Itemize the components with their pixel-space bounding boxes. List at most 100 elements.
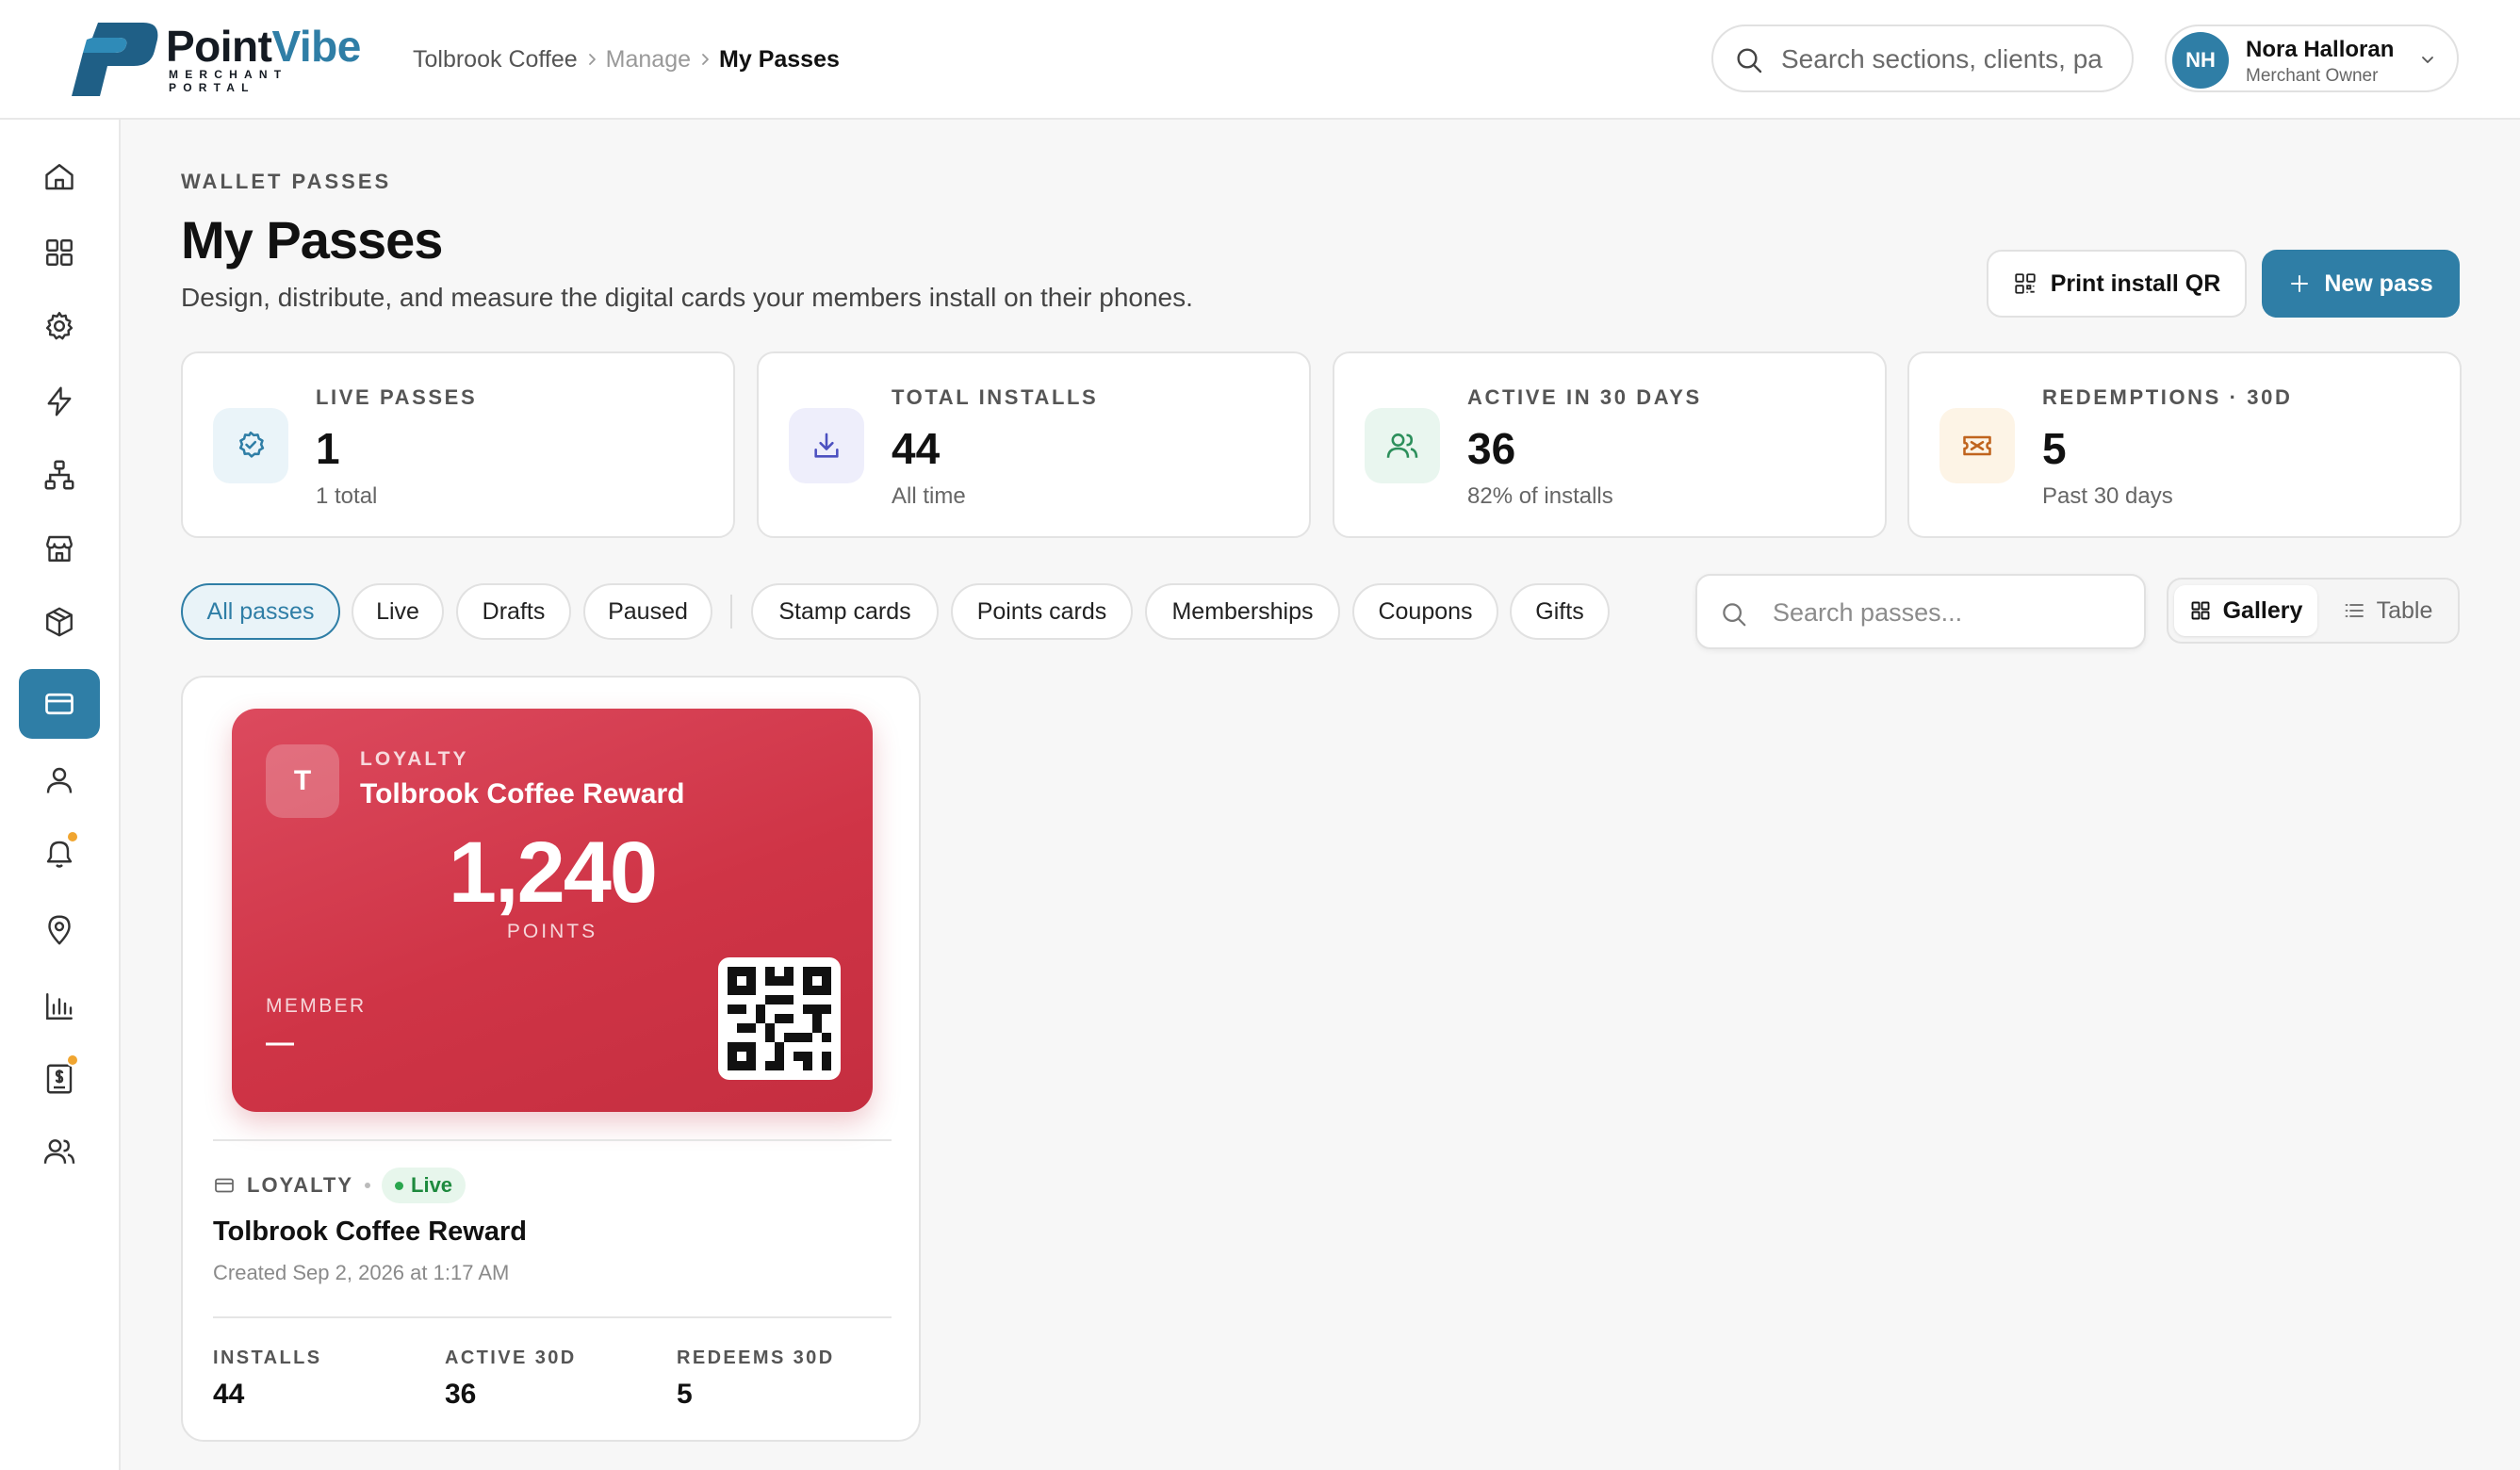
user-menu[interactable]: NH Nora Halloran Merchant Owner: [2165, 24, 2459, 92]
download-icon: [814, 433, 839, 458]
user-icon: [46, 767, 73, 793]
view-table-label: Table: [2376, 596, 2433, 624]
filter-stamp-cards[interactable]: Stamp cards: [751, 583, 939, 640]
sidebar-item-locations[interactable]: [19, 895, 100, 965]
stat-icon-wrap: [1939, 408, 2015, 483]
breadcrumb-item-tolbrook-coffee[interactable]: Tolbrook Coffee: [413, 45, 578, 74]
global-search[interactable]: [1711, 24, 2134, 92]
pass-created: Created Sep 2, 2026 at 1:17 AM: [213, 1261, 510, 1284]
stat-icon-wrap: [1365, 408, 1440, 483]
plus-icon: [2291, 275, 2309, 292]
filter-gifts[interactable]: Gifts: [1510, 583, 1610, 640]
avatar: NH: [2172, 32, 2229, 89]
sidebar-item-home[interactable]: [19, 142, 100, 212]
box-icon: [46, 607, 73, 637]
pass-preview-name: Tolbrook Coffee Reward: [360, 778, 685, 809]
ticket-icon: [1963, 435, 1991, 456]
print-install-qr-label: Print install QR: [2050, 270, 2221, 297]
print-install-qr-button[interactable]: Print install QR: [1987, 250, 2247, 318]
pass-search[interactable]: [1695, 574, 2146, 649]
stat-subtext: All time: [892, 483, 966, 509]
filter-live[interactable]: Live: [352, 583, 444, 640]
status-label: Live: [411, 1173, 453, 1197]
pass-search-input[interactable]: [1773, 596, 2131, 629]
filter-memberships[interactable]: Memberships: [1145, 583, 1340, 640]
stat-subtext: Past 30 days: [2042, 483, 2173, 509]
pass-meta: LOYALTY Live: [213, 1168, 466, 1203]
sidebar-item-analytics[interactable]: [19, 972, 100, 1041]
dashboard-icon: [46, 239, 73, 266]
stat-value: 1: [316, 424, 340, 473]
view-gallery-button[interactable]: Gallery: [2174, 585, 2317, 636]
global-search-input[interactable]: [1781, 41, 2120, 77]
metric-label: REDEEMS 30D: [677, 1348, 835, 1368]
sidebar-item-team[interactable]: [19, 1117, 100, 1186]
brand-tagline: MERCHANT PORTAL: [169, 68, 288, 94]
sidebar-item-settings[interactable]: [19, 291, 100, 361]
new-pass-button[interactable]: New pass: [2262, 250, 2460, 318]
search-icon: [1723, 603, 1746, 627]
card-divider: [213, 1139, 892, 1141]
sidebar-item-wallet-passes[interactable]: [19, 669, 100, 739]
page-subtitle: Design, distribute, and measure the digi…: [181, 283, 1193, 312]
sidebar-item-billing[interactable]: [19, 1044, 100, 1114]
brand-logo[interactable]: PointVibe MERCHANT PORTAL: [70, 21, 381, 98]
stat-label: REDEMPTIONS · 30D: [2042, 385, 2293, 409]
sidebar: [0, 120, 121, 1470]
sidebar-item-structure[interactable]: [19, 440, 100, 510]
stat-card-live-passes: LIVE PASSES 1 1 total: [181, 351, 735, 538]
metric-value: 36: [445, 1379, 477, 1410]
sidebar-item-notifications[interactable]: [19, 819, 100, 889]
stat-label: ACTIVE IN 30 DAYS: [1467, 385, 1702, 409]
brand-name: PointVibe: [166, 22, 361, 71]
pass-preview-member-value: —: [266, 1027, 294, 1058]
sidebar-item-automations[interactable]: [19, 367, 100, 436]
notification-badge: [66, 1054, 79, 1067]
pass-preview-unit: POINTS: [506, 921, 598, 942]
store-icon: [46, 535, 73, 562]
breadcrumb-item-manage[interactable]: Manage: [606, 45, 691, 74]
filter-drafts[interactable]: Drafts: [456, 583, 571, 640]
pass-card[interactable]: T LOYALTY Tolbrook Coffee Reward 1,240 P…: [181, 676, 921, 1442]
breadcrumb: Tolbrook Coffee Manage My Passes: [413, 45, 840, 74]
stat-value: 5: [2042, 424, 2067, 473]
sidebar-item-customers[interactable]: [19, 745, 100, 815]
sidebar-item-store[interactable]: [19, 514, 100, 583]
sidebar-item-products[interactable]: [19, 587, 100, 657]
stat-icon-wrap: [789, 408, 864, 483]
stat-card-total-installs: TOTAL INSTALLS 44 All time: [757, 351, 1311, 538]
sidebar-item-dashboard[interactable]: [19, 218, 100, 287]
wallet-pass-preview[interactable]: T LOYALTY Tolbrook Coffee Reward 1,240 P…: [232, 709, 873, 1112]
card-icon: [215, 1178, 234, 1193]
filter-divider: [730, 595, 732, 629]
pass-name[interactable]: Tolbrook Coffee Reward: [213, 1217, 527, 1248]
invoice-icon: [46, 1064, 73, 1094]
view-toggle: Gallery Table: [2167, 578, 2460, 644]
notification-badge: [66, 830, 79, 843]
page-title: My Passes: [181, 210, 443, 270]
stat-card-active-30-days: ACTIVE IN 30 DAYS 36 82% of installs: [1333, 351, 1887, 538]
metric-value: 44: [213, 1379, 245, 1410]
filter-points-cards[interactable]: Points cards: [951, 583, 1133, 640]
metric-label: INSTALLS: [213, 1348, 322, 1368]
chevron-right-icon: [578, 53, 606, 66]
status-dot: [395, 1181, 404, 1190]
pass-preview-member-label: MEMBER: [266, 995, 367, 1017]
view-table-button[interactable]: Table: [2323, 585, 2452, 636]
home-icon: [45, 164, 74, 190]
view-gallery-label: Gallery: [2222, 596, 2303, 624]
filter-all-passes[interactable]: All passes: [181, 583, 340, 640]
metric-installs: INSTALLS 44: [213, 1348, 322, 1411]
qr-code-icon: [728, 967, 831, 1070]
filter-coupons[interactable]: Coupons: [1352, 583, 1498, 640]
stat-value: 36: [1467, 424, 1516, 473]
filter-paused[interactable]: Paused: [583, 583, 712, 640]
metric-value: 5: [677, 1379, 693, 1410]
stat-label: LIVE PASSES: [316, 385, 478, 409]
user-name: Nora Halloran: [2246, 37, 2395, 62]
top-bar: PointVibe MERCHANT PORTAL Tolbrook Coffe…: [0, 0, 2520, 120]
grid-icon: [2191, 601, 2210, 620]
chevron-right-icon: [691, 53, 719, 66]
team-icon: [43, 1139, 75, 1164]
stat-card-redemptions: REDEMPTIONS · 30D 5 Past 30 days: [1907, 351, 2462, 538]
